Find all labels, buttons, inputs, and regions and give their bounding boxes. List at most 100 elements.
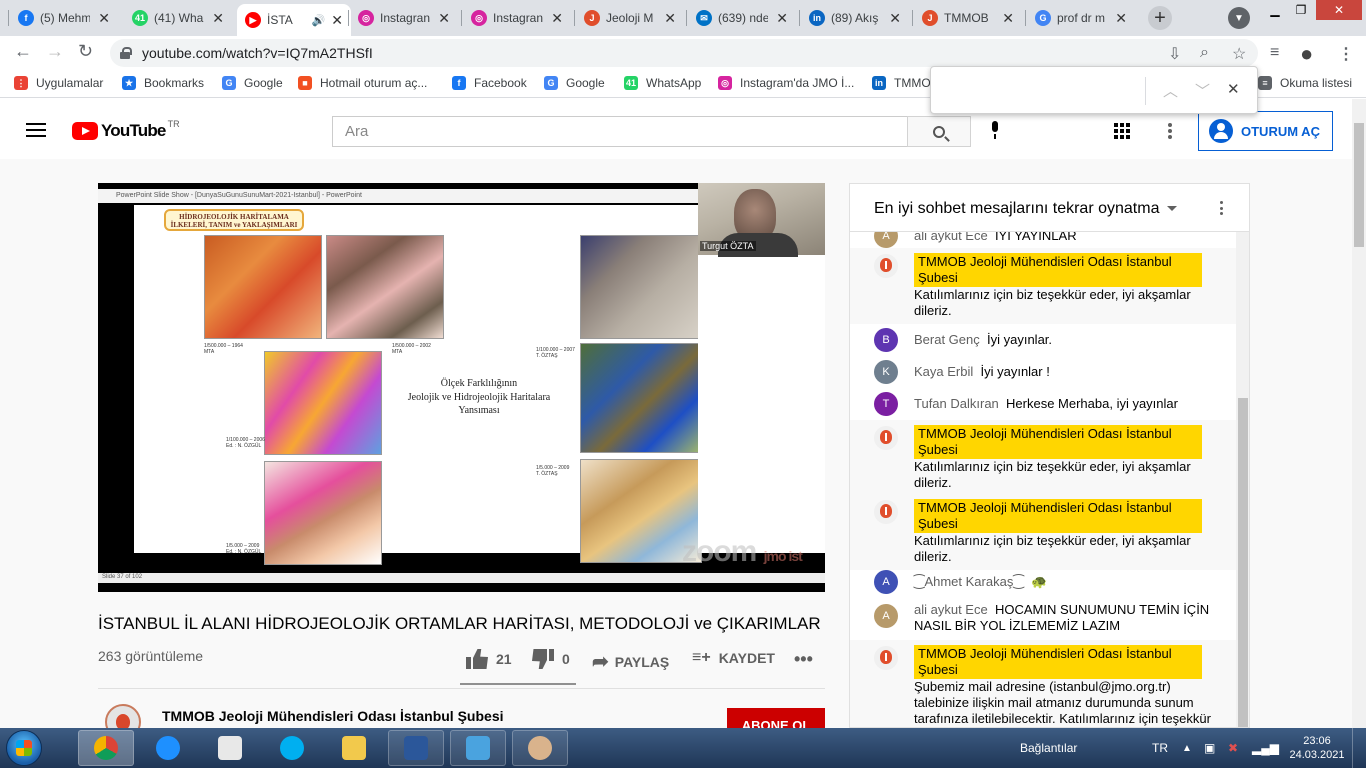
bookmark-5[interactable]: G Google [544, 76, 605, 90]
tab-1[interactable]: 41 (41) Wha ✕ [124, 4, 232, 32]
tab-close-icon[interactable]: ✕ [776, 10, 788, 27]
tab-close-icon[interactable]: ✕ [551, 10, 563, 27]
youtube-play-icon [72, 122, 98, 140]
dropdown-caret-icon [1167, 206, 1178, 212]
tab-close-icon[interactable]: ✕ [1115, 10, 1127, 27]
tray-signal-icon[interactable]: ▂▄▆ [1252, 728, 1279, 768]
find-next-icon[interactable]: ﹀ [1195, 80, 1210, 101]
tray-expand-icon[interactable]: ▲ [1182, 728, 1192, 768]
tab-3[interactable]: ◎ Instagran ✕ [350, 4, 458, 32]
taskbar-ie[interactable] [140, 730, 196, 766]
bookmark-2[interactable]: G Google [222, 76, 283, 90]
save-button[interactable]: ≡+ KAYDET [692, 649, 775, 667]
chat-scrollbar[interactable] [1236, 232, 1249, 727]
like-button[interactable]: 21 [466, 649, 512, 669]
page-scrollbar[interactable] [1352, 99, 1366, 728]
channel-name[interactable]: TMMOB Jeoloji Mühendisleri Odası İstanbu… [162, 708, 504, 724]
tab-0[interactable]: f (5) Mehm ✕ [10, 4, 118, 32]
tab-6[interactable]: ✉ (639) nde ✕ [688, 4, 796, 32]
bookmark-8[interactable]: in TMMO [872, 76, 931, 90]
minimize-window-button[interactable]: ▁ [1262, 0, 1288, 20]
facebook-icon: f [18, 10, 34, 26]
moderator-avatar-icon [874, 646, 898, 670]
tray-device-icon[interactable]: ▣ [1204, 728, 1215, 768]
forward-arrow-icon[interactable]: → [46, 41, 64, 62]
language-indicator[interactable]: TR [1152, 728, 1168, 768]
chat-header[interactable]: En iyi sohbet mesajlarını tekrar oynatma [850, 184, 1249, 232]
bookmark-1[interactable]: ★ Bookmarks [122, 76, 204, 90]
chat-scrollbar-thumb[interactable] [1238, 398, 1248, 727]
dislike-button[interactable]: 0 [532, 649, 570, 669]
chat-more-options-icon[interactable] [1220, 201, 1224, 215]
tab-9[interactable]: Gprof dr m ✕ [1027, 4, 1135, 32]
taskbar-snipping[interactable] [202, 730, 258, 766]
tab-close-icon[interactable]: ✕ [98, 10, 110, 27]
bookmark-6[interactable]: 41 WhatsApp [624, 76, 701, 90]
tab-search-icon[interactable]: ▼ [1228, 7, 1250, 29]
microphone-icon[interactable] [989, 121, 1001, 141]
clock[interactable]: 23:06 24.03.2021 [1289, 728, 1344, 768]
bookmark-0[interactable]: ⋮ Uygulamalar [14, 76, 103, 90]
tab-4[interactable]: ◎ Instagran ✕ [463, 4, 571, 32]
search-input[interactable]: Ara [332, 116, 908, 147]
tab-close-icon[interactable]: ✕ [331, 12, 343, 29]
bookmark-3[interactable]: ■ Hotmail oturum aç... [298, 76, 427, 90]
tab-close-icon[interactable]: ✕ [1002, 10, 1014, 27]
address-bar[interactable]: youtube.com/watch?v=IQ7mA2THSfI [110, 39, 1258, 67]
find-input[interactable] [943, 79, 1139, 103]
tab-8[interactable]: J TMMOB ✕ [914, 4, 1022, 32]
page-scrollbar-thumb[interactable] [1354, 123, 1364, 247]
links-toolbar[interactable]: Bağlantılar [1020, 728, 1077, 768]
install-app-icon[interactable]: ⇩ [1168, 44, 1181, 64]
profile-icon[interactable]: ● [1300, 41, 1313, 67]
show-desktop-button[interactable] [1352, 728, 1366, 768]
bookmark-7[interactable]: ◎ Instagram'da JMO İ... [718, 76, 854, 90]
tab-separator [799, 10, 800, 26]
search-button[interactable] [907, 116, 971, 147]
more-actions-button[interactable]: ••• [794, 649, 813, 670]
find-icon[interactable]: ⌕ [1200, 44, 1209, 62]
youtube-logo[interactable]: YouTube TR [72, 119, 180, 141]
tab-separator [8, 10, 9, 26]
back-arrow-icon[interactable]: ← [14, 41, 32, 62]
taskbar-word[interactable] [388, 730, 444, 766]
audio-playing-icon[interactable]: 🔊 [312, 14, 326, 27]
google-icon: G [1035, 10, 1051, 26]
taskbar-photos[interactable] [450, 730, 506, 766]
taskbar-skype[interactable] [264, 730, 320, 766]
apps-grid-icon[interactable] [1114, 123, 1130, 139]
find-close-icon[interactable]: ✕ [1227, 80, 1240, 98]
taskbar-explorer[interactable] [326, 730, 382, 766]
bookmark-label: Instagram'da JMO İ... [740, 76, 855, 90]
tab-title: İSTA [267, 13, 293, 27]
tab-close-icon[interactable]: ✕ [889, 10, 901, 27]
guide-menu-icon[interactable] [26, 123, 46, 137]
close-window-button[interactable]: ✕ [1316, 0, 1362, 20]
tab-2[interactable]: ▶ İSTA 🔊 ✕ [237, 4, 351, 36]
restore-window-button[interactable]: ❐ [1288, 0, 1314, 20]
tab-close-icon[interactable]: ✕ [212, 10, 224, 27]
tab-5[interactable]: J Jeoloji M ✕ [576, 4, 684, 32]
find-previous-icon[interactable]: ︿ [1163, 80, 1178, 101]
tab-close-icon[interactable]: ✕ [664, 10, 676, 27]
share-button[interactable]: ➦ PAYLAŞ [592, 649, 669, 674]
new-tab-button[interactable]: + [1148, 6, 1172, 30]
scale-label-3: 1/100.000 – 2006 Ed. : N. ÖZGÜL [226, 437, 265, 449]
reload-icon[interactable]: ↻ [78, 41, 93, 62]
settings-more-icon[interactable] [1168, 123, 1172, 139]
video-player[interactable]: PowerPoint Slide Show - [DunyaSuGunuSunu… [98, 183, 825, 592]
sign-in-button[interactable]: OTURUM AÇ [1198, 111, 1333, 151]
tab-title: Instagran [380, 11, 430, 25]
start-button[interactable] [6, 730, 42, 766]
bookmark-4[interactable]: f Facebook [452, 76, 527, 90]
tab-7[interactable]: in (89) Akış ✕ [801, 4, 909, 32]
taskbar-paint[interactable] [512, 730, 568, 766]
tab-close-icon[interactable]: ✕ [438, 10, 450, 27]
taskbar-chrome[interactable] [78, 730, 134, 766]
bookmark-star-icon[interactable]: ☆ [1232, 44, 1246, 64]
slide-title: HİDROJEOLOJİK HARİTALAMA İLKELERİ, TANIM… [164, 209, 304, 231]
reading-list[interactable]: ≡ Okuma listesi [1258, 76, 1352, 90]
chrome-menu-icon[interactable]: ⋮ [1338, 44, 1354, 64]
tray-network-warning-icon[interactable]: ✖ [1228, 728, 1238, 768]
media-control-icon[interactable]: ≡ [1270, 44, 1279, 62]
